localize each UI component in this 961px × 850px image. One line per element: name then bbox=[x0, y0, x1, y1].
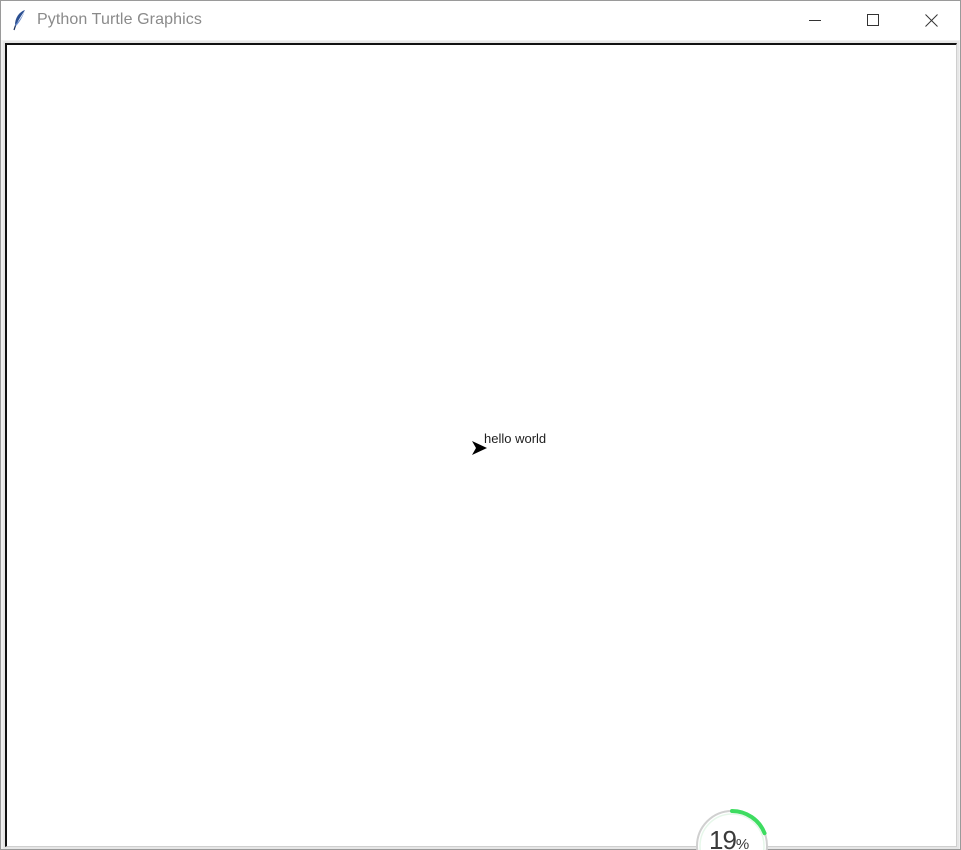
progress-value: 19 bbox=[709, 825, 737, 850]
feather-icon bbox=[13, 10, 25, 31]
minimize-icon bbox=[809, 20, 821, 21]
turtle-canvas[interactable]: hello world bbox=[5, 43, 957, 847]
progress-label: 19% bbox=[709, 825, 749, 850]
close-icon bbox=[924, 13, 938, 27]
canvas-text: hello world bbox=[484, 431, 547, 446]
progress-unit: % bbox=[735, 836, 750, 850]
maximize-icon bbox=[867, 14, 879, 26]
minimize-button[interactable] bbox=[787, 1, 843, 39]
close-button[interactable] bbox=[903, 1, 959, 39]
maximize-button[interactable] bbox=[845, 1, 901, 39]
title-bar[interactable]: Python Turtle Graphics bbox=[1, 1, 960, 40]
progress-widget[interactable]: 19% bbox=[692, 806, 772, 850]
window-title: Python Turtle Graphics bbox=[37, 11, 202, 28]
